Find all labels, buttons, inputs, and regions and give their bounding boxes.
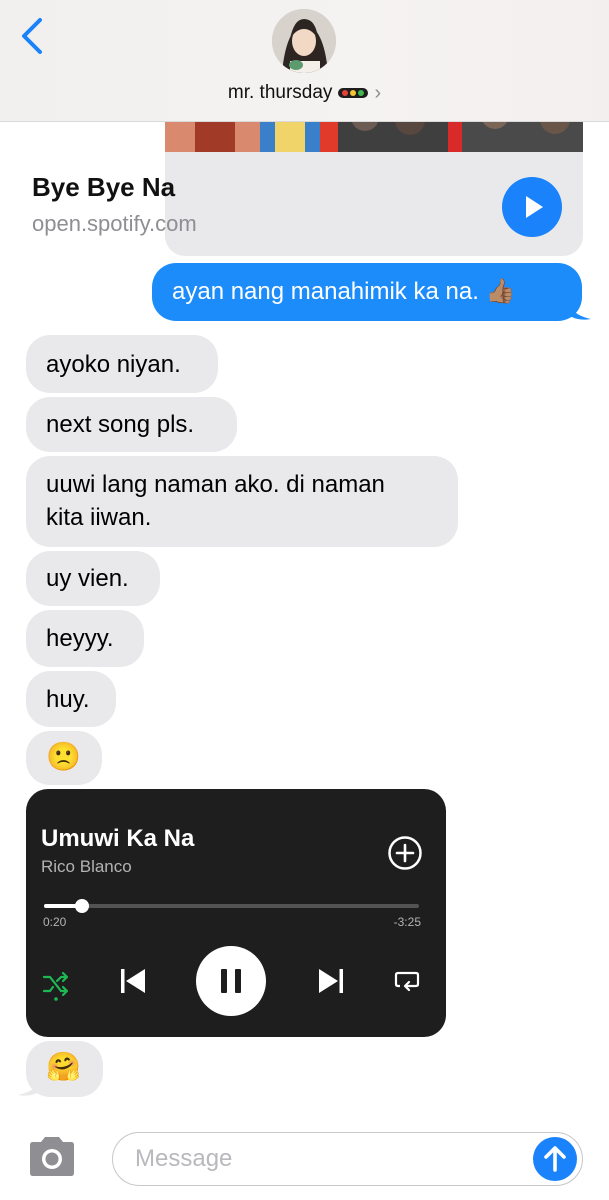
song-title: Umuwi Ka Na [41,825,195,852]
back-chevron-icon[interactable] [16,14,52,58]
shuffle-icon[interactable] [41,969,71,1001]
message-bubble-incoming[interactable]: next song pls. [26,397,237,452]
pause-button[interactable] [196,946,266,1016]
remaining-time: -3:25 [393,915,421,929]
message-text: next song pls. [46,411,195,438]
repeat-icon[interactable] [394,969,420,993]
message-bubble-incoming[interactable]: ayoko niyan. [26,335,218,393]
message-text: ayan nang manahimik ka na. 👍🏽 [172,278,516,305]
previous-icon[interactable] [120,968,146,994]
message-text: ayoko niyan. [46,351,181,378]
link-preview-title: Bye Bye Na [32,172,176,202]
spotify-player-card[interactable]: Umuwi Ka Na Rico Blanco 0:20 -3:25 [26,789,446,1037]
chevron-right-icon: › [374,81,382,104]
link-preview-domain: open.spotify.com [32,211,197,236]
message-bubble-outgoing[interactable]: ayan nang manahimik ka na. 👍🏽 [152,263,582,321]
message-bubble-incoming[interactable]: heyyy. [26,610,144,667]
message-text: heyyy. [46,625,114,652]
traffic-light-icon [338,88,369,98]
add-circle-icon[interactable] [387,835,423,871]
contact-name: mr. thursday [227,82,333,103]
message-text-line: kita iiwan. [46,504,152,531]
elapsed-time: 0:20 [43,915,67,929]
message-text: uy vien. [46,565,129,592]
send-button[interactable] [533,1137,577,1181]
message-text: huy. [46,686,90,713]
avatar[interactable] [272,9,336,73]
contact-name-row[interactable]: mr. thursday › [0,80,609,106]
play-icon [526,196,543,218]
bubble-tail-incoming [18,1072,43,1096]
bubble-tail-outgoing [566,296,591,320]
conversation-header: mr. thursday › [0,0,609,122]
messages-screen: Bye Bye Na open.spotify.com ayan nang ma… [0,0,609,1200]
progress-knob[interactable] [74,899,89,913]
message-bubble-incoming[interactable]: 🙁 [26,731,102,785]
pause-icon [221,969,241,993]
song-artist: Rico Blanco [41,857,132,876]
camera-icon[interactable] [26,1135,78,1179]
message-bubble-incoming[interactable]: uuwi lang naman ako. di naman kita iiwan… [26,456,458,547]
message-input[interactable] [112,1132,583,1186]
message-bubble-incoming[interactable]: uy vien. [26,551,160,606]
link-play-button[interactable] [502,177,562,237]
send-arrow-icon [544,1146,566,1172]
emoji-hug: 🤗 [46,1051,81,1082]
emoji-frown: 🙁 [46,741,81,772]
progress-track[interactable] [44,899,419,913]
next-icon[interactable] [318,968,344,994]
message-bubble-incoming[interactable]: huy. [26,671,116,727]
message-text-line: uuwi lang naman ako. di naman [46,471,385,498]
